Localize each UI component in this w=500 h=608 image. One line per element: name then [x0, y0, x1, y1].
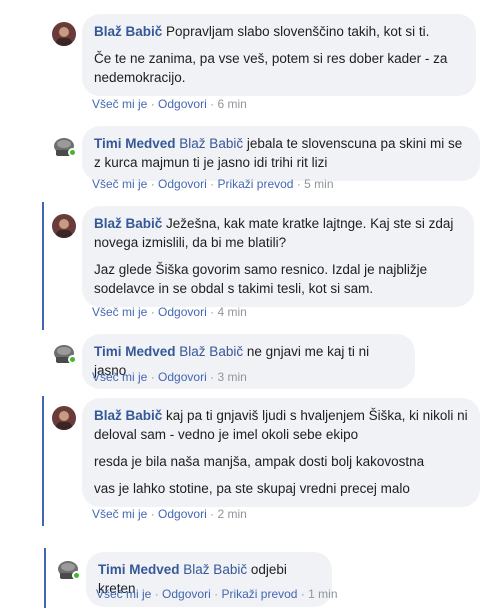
comment-actions: Všeč mi je · Odgovori · Prikaži prevod ·…	[96, 586, 338, 602]
separator-dot: ·	[150, 507, 155, 521]
show-translation-link[interactable]: Prikaži prevod	[221, 587, 297, 601]
separator-dot: ·	[210, 177, 215, 191]
separator-dot: ·	[150, 370, 155, 384]
thread-highlight-bar	[44, 548, 46, 608]
comment-author[interactable]: Timi Medved	[94, 136, 176, 151]
like-link[interactable]: Všeč mi je	[92, 305, 147, 319]
reply-link[interactable]: Odgovori	[158, 370, 207, 384]
like-link[interactable]: Všeč mi je	[92, 177, 147, 191]
comment-bubble: Timi Medved Blaž Babič jebala te slovens…	[82, 126, 480, 181]
person-photo-icon	[52, 22, 76, 46]
comment-paragraph: resda je bila naša manjša, ampak dosti b…	[94, 454, 425, 469]
separator-dot: ·	[150, 305, 155, 319]
separator-dot: ·	[210, 370, 215, 384]
comment-actions: Všeč mi je · Odgovori · 6 min	[92, 96, 247, 112]
comment-paragraph: Jaz glede Šiška govorim samo resnico. Iz…	[94, 262, 428, 296]
like-link[interactable]: Všeč mi je	[92, 370, 147, 384]
comment-author[interactable]: Blaž Babič	[94, 24, 162, 39]
comment-text: Blaž Babič Popravljam slabo slovenščino …	[94, 22, 464, 41]
comment-author[interactable]: Timi Medved	[94, 344, 176, 359]
comment-actions: Všeč mi je · Odgovori · 4 min	[92, 304, 247, 320]
comment-paragraph: Če te ne zanima, pa vse veš, potem si re…	[94, 51, 448, 85]
reply-link[interactable]: Odgovori	[162, 587, 211, 601]
separator-dot: ·	[210, 305, 215, 319]
comment-bubble: Blaž Babič kaj pa ti gnjaviš ljudi s hva…	[82, 398, 480, 507]
like-link[interactable]: Všeč mi je	[92, 507, 147, 521]
separator-dot: ·	[296, 177, 301, 191]
avatar-blaz[interactable]	[52, 22, 76, 46]
comment-bubble: Blaž Babič Popravljam slabo slovenščino …	[82, 14, 476, 96]
reply-link[interactable]: Odgovori	[158, 177, 207, 191]
thread-highlight-bar	[42, 396, 44, 526]
reply-link[interactable]: Odgovori	[158, 97, 207, 111]
separator-dot: ·	[150, 97, 155, 111]
comment-actions: Všeč mi je · Odgovori · 2 min	[92, 506, 247, 522]
comment-timestamp[interactable]: 4 min	[217, 305, 246, 319]
separator-dot: ·	[300, 587, 305, 601]
avatar-blaz[interactable]	[52, 406, 76, 430]
online-status-icon	[72, 571, 81, 580]
separator-dot: ·	[154, 587, 159, 601]
comment-timestamp[interactable]: 5 min	[304, 177, 333, 191]
comment-text: Timi Medved Blaž Babič jebala te slovens…	[94, 134, 468, 172]
online-status-icon	[68, 355, 77, 364]
separator-dot: ·	[214, 587, 219, 601]
comment-mention[interactable]: Blaž Babič	[179, 344, 243, 359]
comment-actions: Všeč mi je · Odgovori · 3 min	[92, 369, 247, 385]
comment-paragraph: Popravljam slabo slovenščino takih, kot …	[166, 24, 430, 39]
show-translation-link[interactable]: Prikaži prevod	[217, 177, 293, 191]
thread-highlight-bar	[42, 202, 44, 330]
person-photo-icon	[52, 214, 76, 238]
comment-mention[interactable]: Blaž Babič	[183, 562, 247, 577]
comment-timestamp[interactable]: 1 min	[308, 587, 337, 601]
like-link[interactable]: Všeč mi je	[96, 587, 151, 601]
comment-timestamp[interactable]: 2 min	[217, 507, 246, 521]
separator-dot: ·	[150, 177, 155, 191]
comment-author[interactable]: Blaž Babič	[94, 216, 162, 231]
comment-bubble: Blaž Babič Ježešna, kak mate kratke lajt…	[82, 206, 474, 307]
comment-mention[interactable]: Blaž Babič	[179, 136, 243, 151]
online-status-icon	[68, 148, 77, 157]
person-photo-icon	[52, 406, 76, 430]
separator-dot: ·	[210, 507, 215, 521]
comment-text: Blaž Babič kaj pa ti gnjaviš ljudi s hva…	[94, 406, 468, 444]
reply-link[interactable]: Odgovori	[158, 507, 207, 521]
comment-text: Blaž Babič Ježešna, kak mate kratke lajt…	[94, 214, 462, 252]
like-link[interactable]: Všeč mi je	[92, 97, 147, 111]
comment-timestamp[interactable]: 3 min	[217, 370, 246, 384]
avatar-blaz[interactable]	[52, 214, 76, 238]
comment-author[interactable]: Timi Medved	[98, 562, 180, 577]
comment-paragraph: vas je lahko stotine, pa ste skupaj vred…	[94, 481, 410, 496]
comment-actions: Všeč mi je · Odgovori · Prikaži prevod ·…	[92, 176, 334, 192]
separator-dot: ·	[210, 97, 215, 111]
reply-link[interactable]: Odgovori	[158, 305, 207, 319]
comment-author[interactable]: Blaž Babič	[94, 408, 162, 423]
comment-timestamp[interactable]: 6 min	[217, 97, 246, 111]
